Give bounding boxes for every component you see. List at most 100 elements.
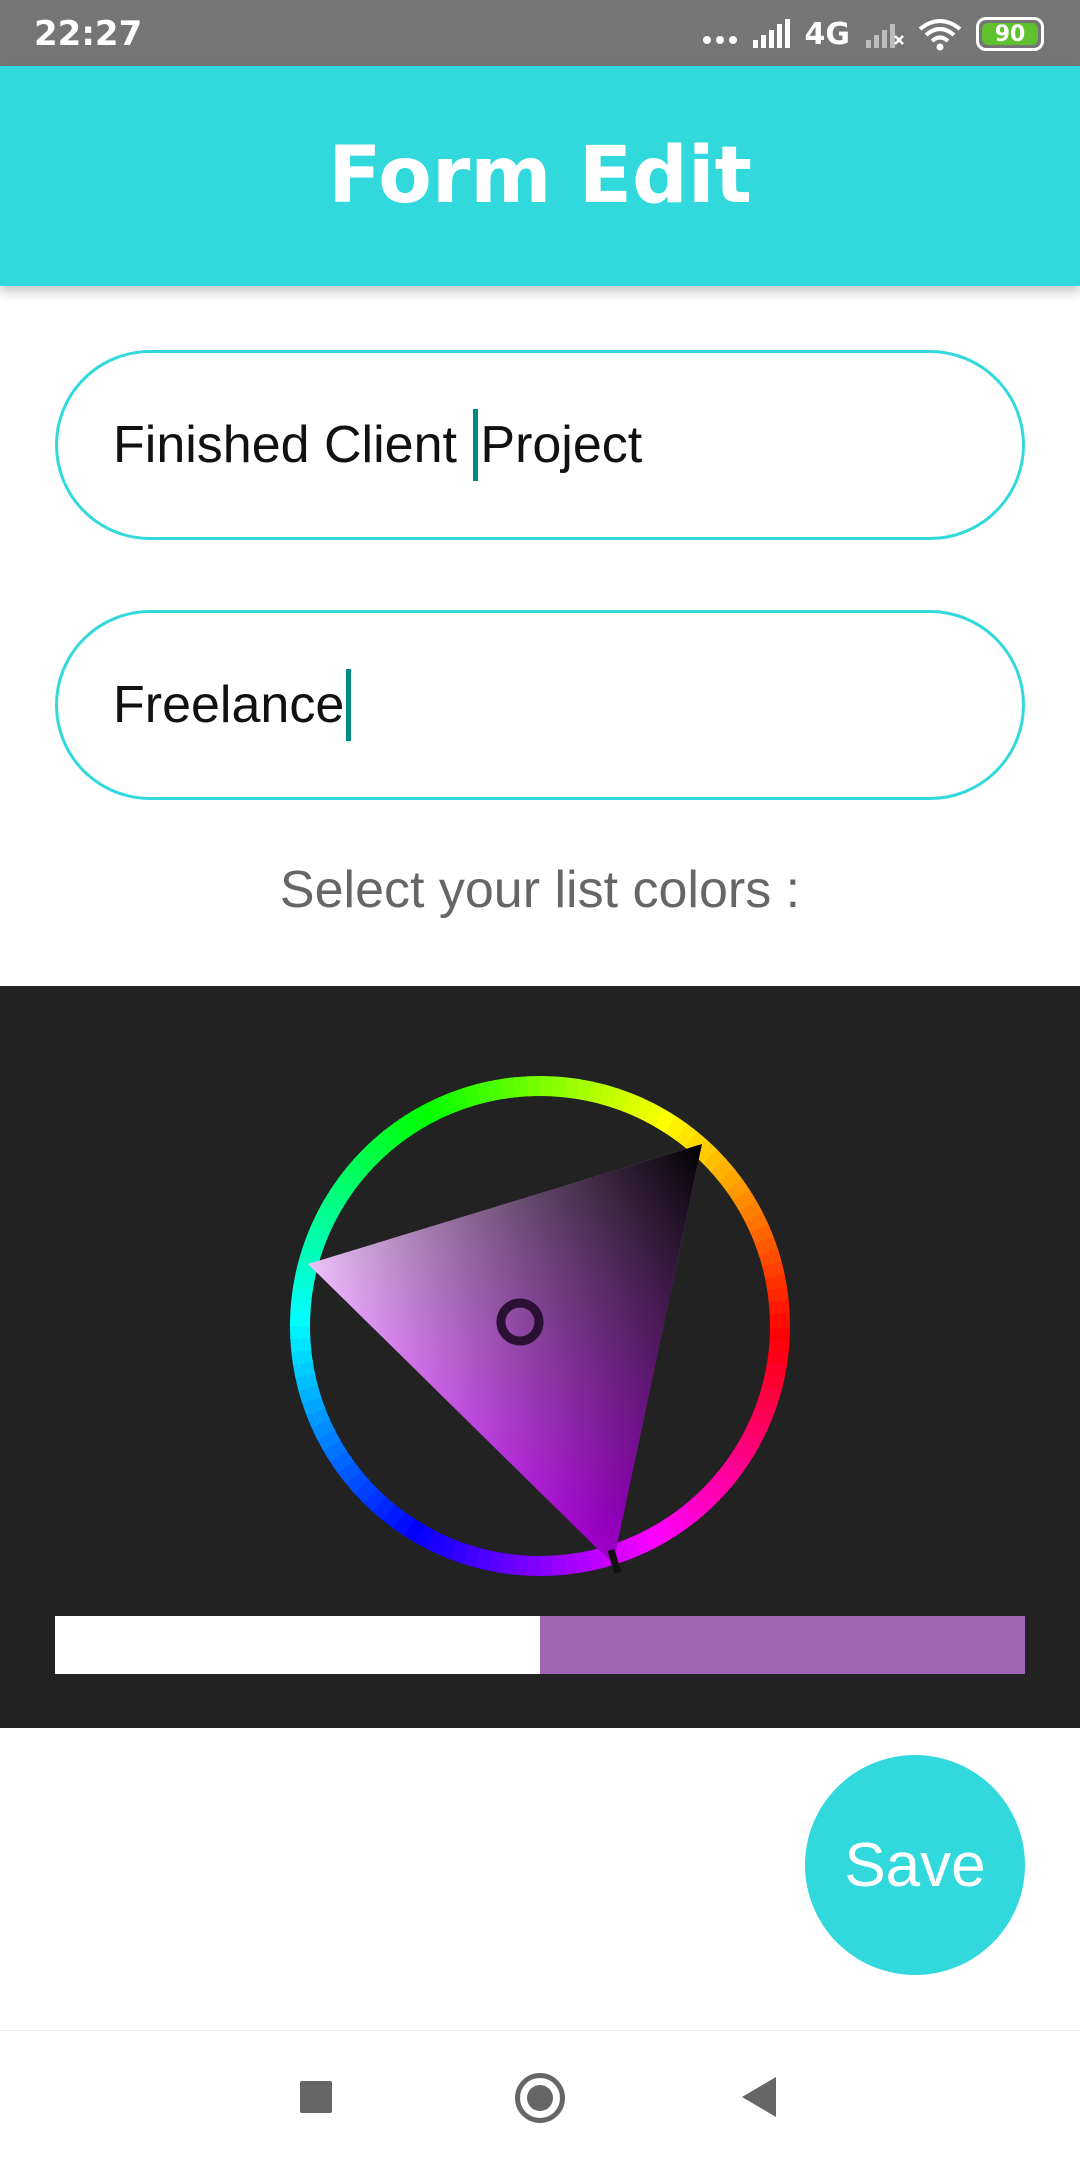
hue-ring-segment <box>673 1504 698 1530</box>
category-text: Freelance <box>113 676 345 734</box>
hue-ring-segment <box>462 1084 483 1108</box>
hue-ring-segment <box>301 1395 326 1416</box>
text-cursor <box>473 409 479 481</box>
hue-ring-segment <box>498 1552 517 1575</box>
hue-ring-segment <box>336 1459 362 1484</box>
dots-icon <box>702 24 737 44</box>
hue-ring-segment <box>295 1371 318 1391</box>
hue-ring-segment <box>702 1149 728 1174</box>
hue-ring-segment <box>709 1470 735 1495</box>
hue-ring-segment <box>426 1096 449 1122</box>
hue-ring-segment <box>298 1383 322 1404</box>
hue-ring-segment <box>352 1478 378 1503</box>
hue-ring-segment <box>316 1428 341 1451</box>
hue-ring-segment <box>292 1360 316 1378</box>
hue-ring-segment <box>402 1517 426 1543</box>
hue-ring-segment <box>473 1547 493 1571</box>
hue-ring-segment <box>563 1077 582 1100</box>
color-picker <box>0 986 1080 1728</box>
hue-ring-segment <box>665 1116 689 1142</box>
home-icon[interactable] <box>515 2073 565 2123</box>
status-time: 22:27 <box>34 14 143 54</box>
hue-ring-segment <box>631 1530 654 1556</box>
hue-ring-segment <box>611 1088 632 1112</box>
save-button[interactable]: Save <box>805 1755 1025 1975</box>
recents-icon[interactable] <box>300 2081 332 2113</box>
hue-ring-segment <box>290 1336 312 1353</box>
wifi-icon <box>918 19 962 51</box>
hue-ring-segment <box>585 1548 605 1571</box>
hue-ring-segment <box>749 1408 774 1430</box>
hue-ring-segment <box>403 1108 427 1134</box>
hue-ring-segment <box>337 1167 363 1191</box>
hue-ring-segment <box>306 1222 331 1244</box>
hue-ring-segment <box>460 1544 481 1568</box>
hue-ring-segment <box>354 1147 379 1173</box>
category-input[interactable]: Freelance <box>55 610 1025 800</box>
list-title-text-after-cursor: Project <box>480 416 643 474</box>
hue-ring-segment <box>764 1274 788 1292</box>
hue-ring-segment <box>693 1140 719 1165</box>
hue-ring-segment <box>599 1084 620 1108</box>
hue-ring-segment <box>291 1348 313 1366</box>
hue-ring-segment <box>382 1122 407 1148</box>
hue-ring-segment <box>550 1554 567 1576</box>
hue-ring-segment <box>768 1337 790 1355</box>
battery-level: 90 <box>994 21 1026 47</box>
hue-ring-segment <box>761 1373 785 1393</box>
hue-ring-segment <box>391 1510 415 1536</box>
hue-ring-segment <box>758 1385 782 1406</box>
hue-ring-segment <box>754 1397 778 1418</box>
hue-ring-segment <box>762 1261 785 1281</box>
hue-ring-segment <box>683 1496 708 1522</box>
hue-ring-segment <box>295 1259 319 1279</box>
hue-ring-segment <box>450 1087 471 1112</box>
hue-ring-segment <box>361 1487 387 1512</box>
hue-ring-segment <box>620 1536 642 1561</box>
hue-ring-segment <box>393 1115 417 1140</box>
navigation-bar <box>0 2030 1080 2160</box>
hue-ring-segment <box>750 1224 775 1246</box>
hue-ring-segment <box>764 1361 787 1380</box>
color-wheel[interactable] <box>280 1066 800 1586</box>
hue-ring-segment <box>290 1297 312 1315</box>
hue-ring-segment <box>298 1246 322 1267</box>
hue-ring-segment <box>511 1554 529 1576</box>
network-type: 4G <box>804 16 851 52</box>
hue-ring-segment <box>330 1177 356 1201</box>
signal-x-icon <box>866 24 904 48</box>
hue-ring-segment <box>675 1123 699 1149</box>
hue-ring-segment <box>732 1189 758 1213</box>
hue-ring-segment <box>372 1130 397 1156</box>
hue-ring-segment <box>724 1451 750 1475</box>
hue-ring-segment <box>310 1417 336 1440</box>
hue-ring-segment <box>575 1079 594 1102</box>
hue-ring-segment <box>766 1349 789 1368</box>
hue-ring-segment <box>717 1461 743 1485</box>
hue-ring-segment <box>381 1503 405 1529</box>
hue-ring-segment <box>653 1518 677 1544</box>
hue-ring-segment <box>317 1199 342 1222</box>
color-preview-bar <box>55 1616 1025 1674</box>
hue-ring-segment <box>710 1158 736 1183</box>
app-bar: Form Edit <box>0 66 1080 286</box>
hue-ring-segment <box>291 1284 314 1303</box>
hue-ring-segment <box>644 1103 667 1128</box>
hue-ring-segment <box>305 1406 330 1428</box>
hue-ring-segment <box>513 1076 530 1098</box>
hue-ring-segment <box>622 1092 644 1117</box>
hue-ring-segment <box>633 1097 656 1122</box>
hue-ring-segment <box>739 1201 764 1224</box>
hue-ring-segment <box>302 1234 326 1255</box>
hue-ring-segment <box>551 1076 569 1098</box>
hue-ring-segment <box>731 1440 757 1464</box>
hue-ring-segment <box>345 1157 371 1182</box>
hue-ring-segment <box>587 1081 607 1105</box>
hue-ring-segment <box>726 1179 751 1203</box>
hue-ring-segment <box>642 1525 665 1550</box>
hue-ring-segment <box>663 1512 687 1537</box>
list-title-input[interactable]: Finished Client Project <box>55 350 1025 540</box>
back-icon[interactable] <box>742 2077 776 2117</box>
color-prompt: Select your list colors : <box>279 861 801 919</box>
old-color-swatch[interactable] <box>55 1616 540 1674</box>
